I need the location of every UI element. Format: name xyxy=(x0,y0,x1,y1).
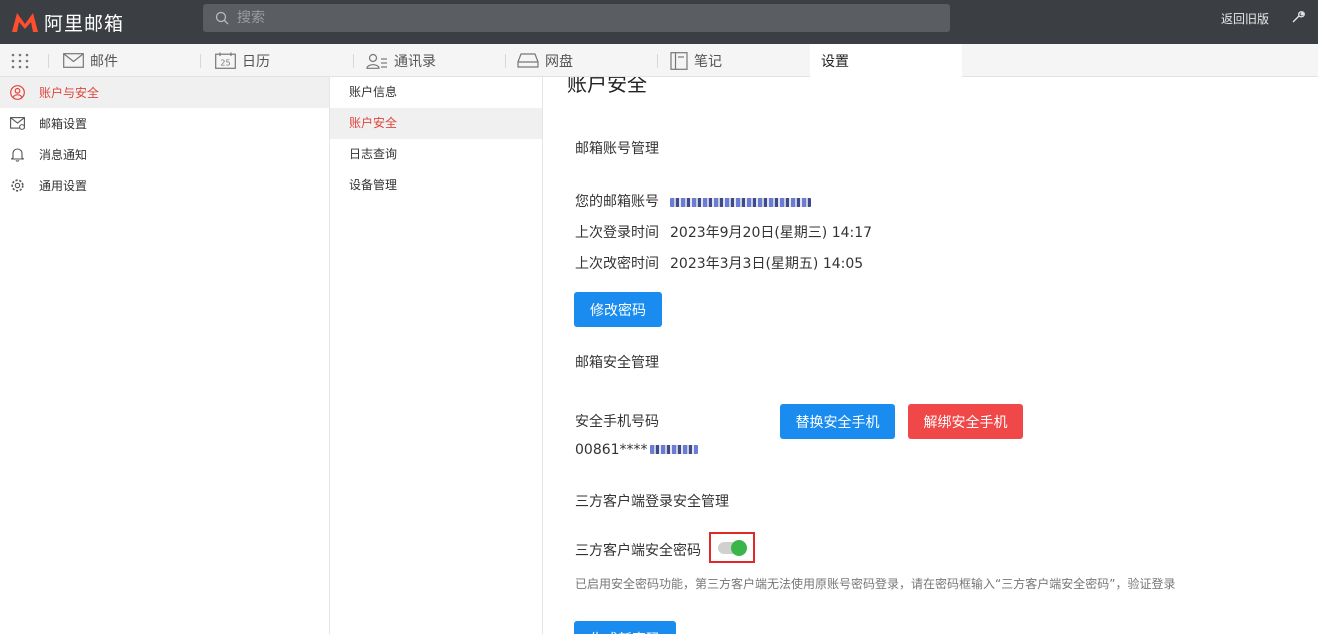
sidebar-item-label: 账户与安全 xyxy=(39,86,100,100)
tab-contacts[interactable]: 通讯录 xyxy=(366,44,436,77)
tab-mail[interactable]: 邮件 xyxy=(63,44,118,77)
search-icon xyxy=(215,11,229,25)
last-password-change-value: 2023年3月3日(星期五) 14:05 xyxy=(670,256,864,272)
logo[interactable]: 阿里邮箱 xyxy=(10,6,124,38)
toggle-knob xyxy=(731,540,747,556)
section-title-security: 邮箱安全管理 xyxy=(575,355,659,371)
tab-calendar[interactable]: 25 日历 xyxy=(215,44,270,77)
tab-label: 笔记 xyxy=(694,53,722,70)
sidebar-item-label: 消息通知 xyxy=(39,148,88,162)
tab-notes[interactable]: 笔记 xyxy=(670,44,722,77)
sidebar-item-mailbox-settings[interactable]: 邮箱设置 xyxy=(0,108,329,139)
account-security-subnav: 账户信息 账户安全 日志查询 设备管理 xyxy=(330,77,543,634)
section-title-third-party: 三方客户端登录安全管理 xyxy=(575,494,729,510)
mail-settings-icon xyxy=(10,117,25,130)
tab-separator xyxy=(505,54,506,68)
tab-separator xyxy=(48,54,49,68)
search-input[interactable] xyxy=(237,10,917,26)
account-label: 您的邮箱账号 xyxy=(575,194,659,210)
note-icon xyxy=(670,51,688,70)
top-bar: 阿里邮箱 返回旧版 xyxy=(0,0,1318,44)
tab-drive[interactable]: 网盘 xyxy=(517,44,573,77)
generate-password-button[interactable]: 生成新密码 xyxy=(574,621,676,634)
back-to-old-version-link[interactable]: 返回旧版 xyxy=(1221,10,1269,27)
search-bar[interactable] xyxy=(203,4,950,32)
section-title-account: 邮箱账号管理 xyxy=(575,141,659,157)
last-password-change-label: 上次改密时间 xyxy=(575,256,659,272)
main-content: 账户安全 邮箱账号管理 您的邮箱账号 上次登录时间 2023年9月20日(星期三… xyxy=(543,77,1318,634)
redacted-email xyxy=(670,198,811,207)
subnav-item-account-info[interactable]: 账户信息 xyxy=(330,77,542,108)
gear-icon xyxy=(11,179,24,192)
tab-label: 通讯录 xyxy=(394,53,436,70)
sidebar-item-account-security[interactable]: 账户与安全 xyxy=(0,77,329,108)
sidebar-item-notifications[interactable]: 消息通知 xyxy=(0,139,329,170)
security-phone-value: 00861**** xyxy=(575,442,698,458)
subnav-item-account-security[interactable]: 账户安全 xyxy=(330,108,542,139)
calendar-icon: 25 xyxy=(215,52,236,69)
third-party-hint: 已启用安全密码功能，第三方客户端无法使用原账号密码登录，请在密码框输入“三方客户… xyxy=(575,577,1176,591)
wrench-icon[interactable] xyxy=(1290,9,1306,25)
sidebar-item-general-settings[interactable]: 通用设置 xyxy=(0,170,329,201)
account-value-redacted xyxy=(670,195,811,211)
last-login-label: 上次登录时间 xyxy=(575,225,659,241)
tab-separator xyxy=(200,54,201,68)
tab-label: 设置 xyxy=(821,53,849,70)
drive-icon xyxy=(517,53,539,68)
apps-grid-icon[interactable] xyxy=(11,53,29,69)
redacted-phone xyxy=(649,445,698,454)
replace-phone-button[interactable]: 替换安全手机 xyxy=(780,404,895,439)
subnav-item-log-query[interactable]: 日志查询 xyxy=(330,139,542,170)
app-tab-bar: 邮件 25 日历 通讯录 网盘 笔记 设置 xyxy=(0,44,1318,77)
settings-sidebar: 账户与安全 邮箱设置 消息通知 通用设置 xyxy=(0,77,330,634)
tab-label: 日历 xyxy=(242,53,270,70)
toggle-highlight-box xyxy=(709,532,755,563)
security-phone-label: 安全手机号码 xyxy=(575,414,659,430)
last-login-value: 2023年9月20日(星期三) 14:17 xyxy=(670,225,873,241)
calendar-icon-day: 25 xyxy=(220,59,230,68)
contacts-icon xyxy=(366,53,387,69)
bell-icon xyxy=(10,148,25,162)
tab-label: 网盘 xyxy=(545,53,573,70)
subnav-item-device-management[interactable]: 设备管理 xyxy=(330,170,542,201)
third-party-password-label: 三方客户端安全密码 xyxy=(575,543,701,559)
third-party-password-toggle[interactable] xyxy=(718,540,747,556)
unbind-phone-button[interactable]: 解绑安全手机 xyxy=(908,404,1023,439)
brand-name: 阿里邮箱 xyxy=(44,12,125,35)
brand-logo-icon xyxy=(12,13,38,32)
tab-separator xyxy=(657,54,658,68)
mail-icon xyxy=(63,53,84,68)
phone-prefix: 00861**** xyxy=(575,442,648,458)
tab-separator xyxy=(353,54,354,68)
page-title: 账户安全 xyxy=(567,77,647,96)
tab-label: 邮件 xyxy=(90,53,118,70)
tab-settings[interactable]: 设置 xyxy=(810,44,962,77)
sidebar-item-label: 邮箱设置 xyxy=(39,117,88,131)
change-password-button[interactable]: 修改密码 xyxy=(574,292,662,327)
user-circle-icon xyxy=(10,85,25,100)
sidebar-item-label: 通用设置 xyxy=(39,179,88,193)
